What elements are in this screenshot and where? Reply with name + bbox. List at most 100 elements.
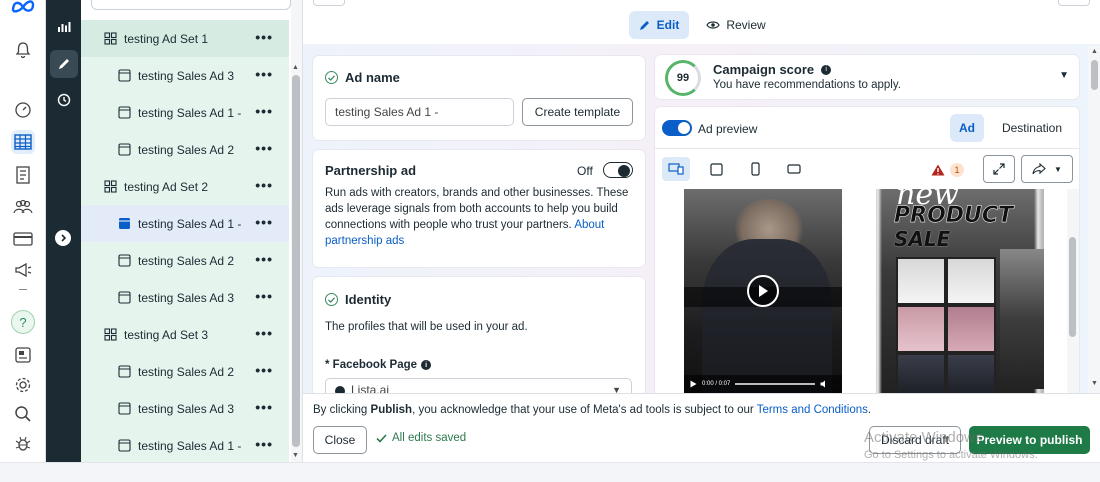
row-more-options-icon[interactable]: ••• [255,215,273,229]
tree-search-input[interactable] [91,0,291,10]
expand-panel-chevron-icon[interactable] [55,230,71,246]
video-time: 0:00 / 0:07 [702,381,731,387]
notifications-bell-icon[interactable] [11,38,35,62]
ad-preview-card: Ad preview Ad Destination 1 ▼ 0:00 / 0:0… [655,107,1079,393]
identity-description: The profiles that will be used in your a… [325,321,528,333]
warning-triangle-icon[interactable] [931,164,945,176]
ad-document-icon [118,402,131,415]
ad-document-icon [118,106,131,119]
scroll-up-arrow-icon[interactable]: ▲ [292,64,299,71]
row-more-options-icon[interactable]: ••• [255,141,273,155]
create-template-button[interactable]: Create template [522,98,633,126]
tree-ad-row[interactable]: testing Sales Ad 1 - ••• [81,205,289,242]
preview-scrollbar-thumb[interactable] [1069,237,1076,337]
product-grid [896,257,996,393]
landscape-format-icon[interactable] [780,157,808,181]
share-dropdown-button[interactable]: ▼ [1021,155,1073,183]
edit-pencil-icon[interactable] [50,50,78,78]
ad-set-grid-icon [104,32,117,45]
more-options-button[interactable] [1058,0,1090,6]
dashboard-gauge-icon[interactable] [11,98,35,122]
report-bug-icon[interactable] [11,432,35,456]
billing-card-icon[interactable] [11,227,35,251]
overview-chart-icon[interactable] [50,12,78,40]
ad-name-input[interactable]: testing Sales Ad 1 - [325,98,514,126]
business-info-icon[interactable] [11,343,35,367]
help-question-icon[interactable]: ? [11,310,35,334]
row-more-options-icon[interactable]: ••• [255,252,273,266]
creative-headline-1: PRODUCT [894,203,1014,228]
tree-ad-row[interactable]: testing Sales Ad 3 ••• [81,57,289,94]
audiences-people-icon[interactable] [11,195,35,219]
tree-ad-row[interactable]: testing Sales Ad 2 ••• [81,242,289,279]
scroll-down-arrow-icon[interactable]: ▼ [292,452,299,459]
tree-scrollbar-thumb[interactable] [292,75,300,447]
back-button[interactable] [313,0,345,6]
advertising-megaphone-icon[interactable] [11,258,35,282]
global-nav-rail: ? [0,0,46,462]
row-more-options-icon[interactable]: ••• [255,326,273,340]
video-play-small-icon[interactable] [690,380,697,388]
tree-ad-set-row[interactable]: testing Ad Set 1 ••• [81,20,289,57]
campaign-tree-panel: testing Ad Set 1 ••• testing Sales Ad 3 •••… [81,0,303,462]
tree-ad-row[interactable]: testing Sales Ad 2 ••• [81,131,289,168]
tree-ad-row[interactable]: testing Sales Ad 1 - ••• [81,94,289,131]
all-edits-saved-label: All edits saved [392,432,467,444]
row-more-options-icon[interactable]: ••• [255,67,273,81]
tree-row-label: testing Sales Ad 1 - [138,105,242,120]
tree-ad-set-row[interactable]: testing Ad Set 2 ••• [81,168,289,205]
row-more-options-icon[interactable]: ••• [255,30,273,44]
close-button[interactable]: Close [313,426,367,454]
facebook-page-select[interactable]: Lista.ai ▼ [325,378,632,393]
search-icon[interactable] [11,402,35,426]
terms-notice: By clicking Publish, you acknowledge tha… [313,404,871,416]
tab-edit[interactable]: Edit [629,11,689,39]
editor-mode-rail [46,0,81,462]
campaigns-table-icon[interactable] [11,130,35,154]
campaign-score-ring: 99 [665,60,701,96]
vertical-format-icon[interactable] [741,157,769,181]
main-scrollbar-thumb[interactable] [1091,60,1098,90]
share-arrow-icon [1032,163,1046,175]
main-scroll-up-icon[interactable]: ▲ [1091,48,1098,55]
square-format-icon[interactable] [702,157,730,181]
check-circle-icon [325,293,338,306]
activate-windows-watermark-title: Activate Windows [864,429,983,446]
tree-ad-row[interactable]: testing Sales Ad 2 ••• [81,353,289,390]
editor-topbar: Edit Review [303,0,1100,44]
fullscreen-expand-icon[interactable] [983,155,1015,183]
video-ad-preview[interactable]: 0:00 / 0:07 [684,189,842,393]
expand-caret-icon[interactable]: ▼ [1059,70,1069,81]
tree-ad-set-row[interactable]: testing Ad Set 3 ••• [81,316,289,353]
tree-row-label: testing Sales Ad 2 [138,142,235,157]
ad-preview-toggle[interactable] [662,120,692,136]
campaign-score-card[interactable]: 99 Campaign score i You have recommendat… [655,55,1079,99]
main-scrollbar-track[interactable] [1088,46,1100,393]
tree-ad-row[interactable]: testing Sales Ad 3 ••• [81,390,289,427]
volume-icon[interactable] [820,380,829,388]
row-more-options-icon[interactable]: ••• [255,289,273,303]
tab-review-label: Review [726,18,766,32]
pages-document-icon[interactable] [11,163,35,187]
settings-gear-icon[interactable] [11,373,35,397]
tab-destination[interactable]: Destination [992,114,1072,142]
desktop-mobile-placement-icon[interactable] [662,157,690,181]
tab-edit-label: Edit [656,18,680,32]
row-more-options-icon[interactable]: ••• [255,363,273,377]
history-clock-icon[interactable] [50,86,78,114]
partnership-ad-toggle[interactable] [603,162,633,178]
tree-ad-row[interactable]: testing Sales Ad 1 - ••• [81,427,289,462]
tab-review[interactable]: Review [703,11,769,39]
meta-logo-icon[interactable] [11,0,35,18]
video-progress-bar[interactable] [735,383,816,385]
row-more-options-icon[interactable]: ••• [255,104,273,118]
terms-and-conditions-link[interactable]: Terms and Conditions [757,404,868,416]
row-more-options-icon[interactable]: ••• [255,400,273,414]
play-button-icon[interactable] [747,275,779,307]
row-more-options-icon[interactable]: ••• [255,437,273,451]
tab-ad[interactable]: Ad [950,114,984,142]
row-more-options-icon[interactable]: ••• [255,178,273,192]
product-sale-creative[interactable]: new PRODUCT SALE [876,189,1044,393]
tree-ad-row[interactable]: testing Sales Ad 3 ••• [81,279,289,316]
main-scroll-down-icon[interactable]: ▼ [1091,380,1098,387]
